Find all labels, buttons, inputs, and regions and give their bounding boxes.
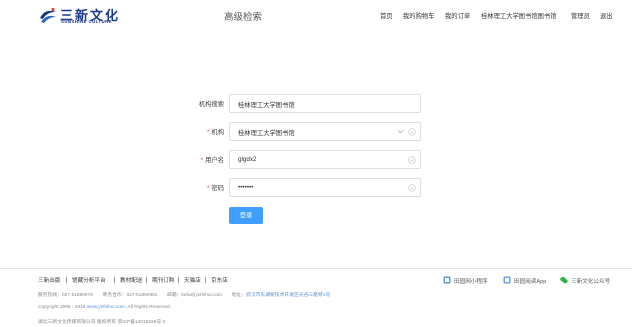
required-mark: * bbox=[200, 157, 204, 164]
check-circle-icon bbox=[408, 184, 416, 192]
footer-separator bbox=[205, 277, 206, 283]
org-search-value: 桂林理工大学图书馆 bbox=[238, 102, 295, 109]
footer-links: 三新出版 馆藏分析平台 教材配送 期刊订购 天猫店 京东店 bbox=[38, 276, 338, 286]
footer-link-analysis[interactable]: 馆藏分析平台 bbox=[72, 276, 106, 284]
copyright-site-link[interactable]: www.ytzhihui.com bbox=[87, 305, 125, 310]
mini-program-label: 田园网小程序 bbox=[454, 279, 488, 285]
nav-home[interactable]: 首页 bbox=[380, 11, 393, 20]
nav-logout[interactable]: 退出 bbox=[600, 11, 613, 20]
footer-separator bbox=[178, 277, 179, 283]
org-search-label: 机构搜索 bbox=[199, 99, 224, 108]
footer-link-tmall[interactable]: 天猫店 bbox=[184, 276, 201, 284]
mini-program-icon bbox=[443, 276, 451, 284]
wechat-label: 三新文化公众号 bbox=[571, 279, 611, 285]
chevron-down-icon[interactable] bbox=[396, 127, 405, 136]
nav-cart[interactable]: 我的购物车 bbox=[403, 11, 434, 20]
username-value: glgdx2 bbox=[238, 156, 257, 163]
nav-orders[interactable]: 我的订单 bbox=[445, 11, 470, 20]
password-label-text: 密码 bbox=[211, 185, 224, 192]
footer-link-jd[interactable]: 京东店 bbox=[211, 276, 228, 284]
header: 三新文化 SUNSHINE CULTURE 高级检索 首页 我的购物车 我的订单… bbox=[0, 0, 632, 30]
footer-icp: 湖北三新文化传媒有限公司 版权所有 鄂ICP备13015835号-3 bbox=[38, 320, 166, 325]
copyright-suffix: ,All Rights Reserved. bbox=[124, 305, 172, 310]
check-circle-icon bbox=[408, 156, 416, 164]
org-label-text: 机构 bbox=[211, 129, 224, 136]
login-button[interactable]: 登录 bbox=[229, 207, 263, 224]
footer-divider bbox=[0, 268, 632, 269]
password-input[interactable]: ••••••• bbox=[229, 178, 421, 197]
app-icon bbox=[503, 276, 511, 284]
form-row-org-search: 机构搜索 桂林理工大学图书馆 bbox=[0, 94, 632, 114]
footer-contact: 服务热线：027-51850976 商务合作：027-51850951 邮箱：k… bbox=[38, 291, 330, 298]
footer-separator bbox=[114, 277, 115, 283]
form-row-password: * 密码 ••••••• bbox=[0, 178, 632, 198]
top-nav: 首页 我的购物车 我的订单 桂林理工大学图书馆图书馆 管理员 退出 bbox=[0, 11, 632, 23]
org-label: * 机构 bbox=[207, 127, 224, 136]
footer-separator bbox=[146, 277, 147, 283]
required-mark: * bbox=[206, 185, 210, 192]
copyright-prefix: Copyright 1998 - 2019 bbox=[38, 305, 87, 310]
password-value: ••••••• bbox=[238, 184, 254, 191]
nav-admin[interactable]: 管理员 bbox=[571, 11, 590, 20]
password-label: * 密码 bbox=[207, 183, 224, 192]
org-select[interactable]: 桂林理工大学图书馆 bbox=[229, 122, 421, 141]
org-search-input[interactable]: 桂林理工大学图书馆 bbox=[229, 94, 421, 113]
required-mark: * bbox=[206, 129, 210, 136]
check-circle-icon bbox=[408, 128, 416, 136]
nav-library[interactable]: 桂林理工大学图书馆图书馆 bbox=[481, 11, 557, 20]
username-input[interactable]: glgdx2 bbox=[229, 150, 421, 169]
form-row-username: * 用户名 glgdx2 bbox=[0, 150, 632, 170]
org-value: 桂林理工大学图书馆 bbox=[238, 130, 295, 137]
app-label: 田园阅读App bbox=[514, 279, 547, 285]
footer-separator bbox=[66, 277, 67, 283]
footer-link-journal[interactable]: 期刊订购 bbox=[152, 276, 174, 284]
username-label: * 用户名 bbox=[201, 155, 224, 164]
org-search-label-text: 机构搜索 bbox=[198, 101, 224, 108]
form-row-org: * 机构 桂林理工大学图书馆 bbox=[0, 122, 632, 142]
footer-link-publishing[interactable]: 三新出版 bbox=[38, 276, 60, 284]
username-label-text: 用户名 bbox=[205, 157, 224, 164]
wechat-icon bbox=[560, 277, 568, 284]
footer-link-textbook[interactable]: 教材配送 bbox=[120, 276, 142, 284]
footer-contact-text: 服务热线：027-51850976 商务合作：027-51850951 邮箱：k… bbox=[38, 293, 247, 298]
footer-copyright: Copyright 1998 - 2019 www.ytzhihui.com ,… bbox=[38, 305, 171, 310]
footer-address: 武汉市东湖新技术开发区光谷三路特1号 bbox=[246, 293, 331, 298]
